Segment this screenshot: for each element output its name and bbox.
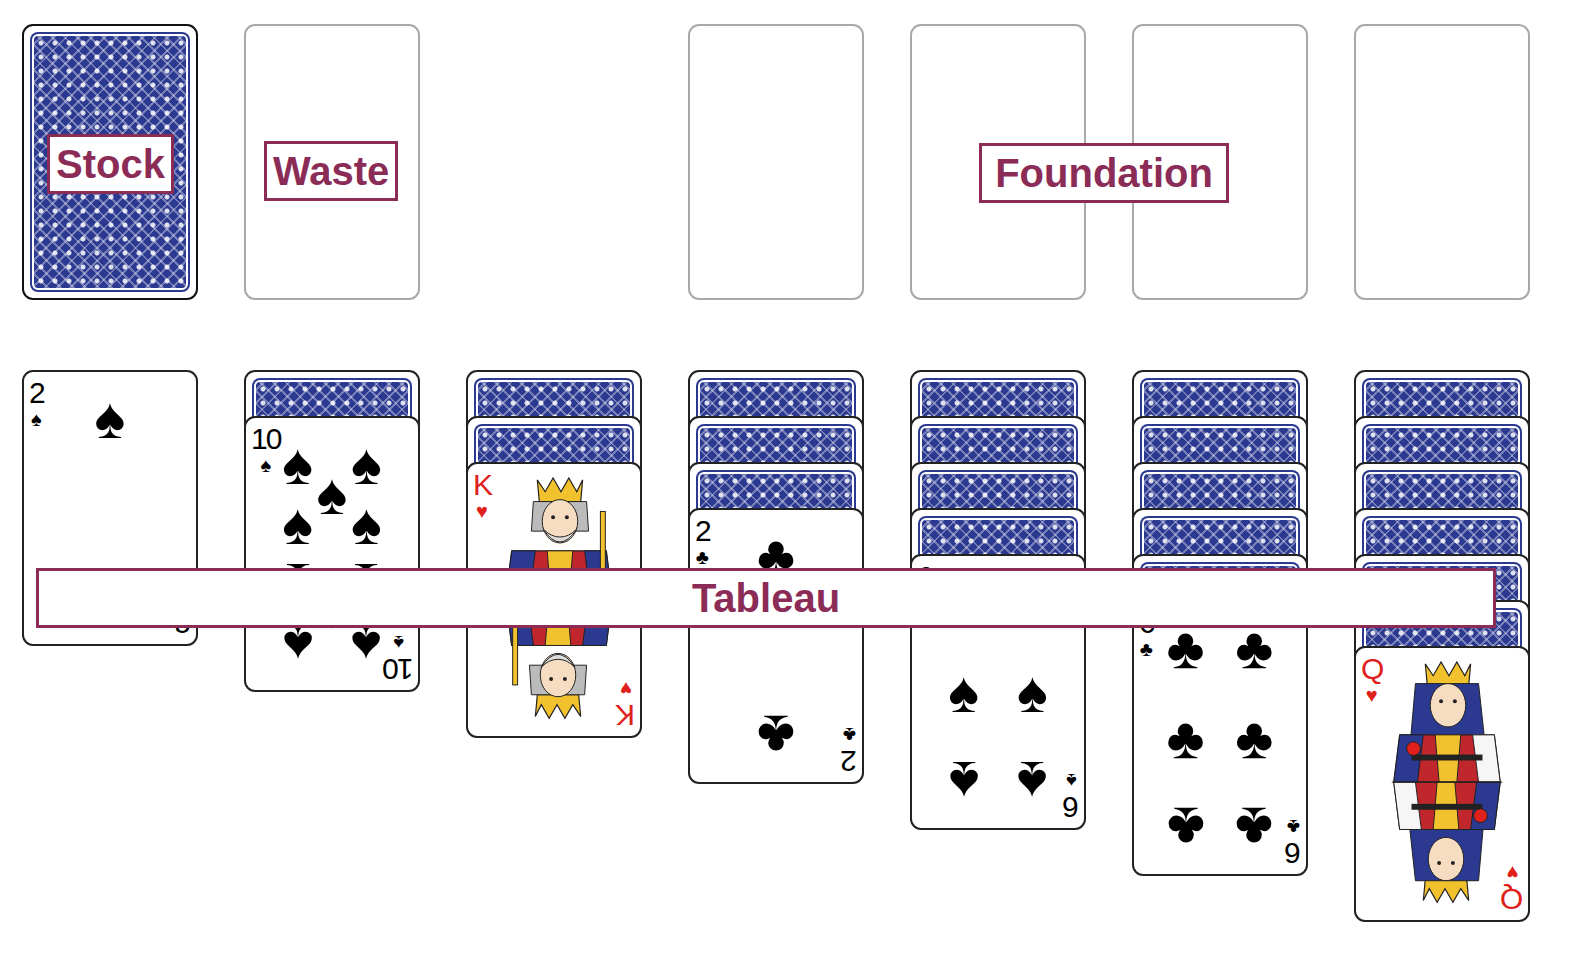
card-index: 2♣: [695, 516, 710, 567]
card-suit: ♥: [620, 679, 632, 699]
card-index: K♥: [617, 679, 635, 730]
card-index: 6♠: [1064, 771, 1079, 822]
card-index: 6♣: [1286, 817, 1301, 868]
stock-label: Stock: [47, 134, 174, 194]
suit-pip: ♠: [317, 465, 348, 523]
card-suit: ♠: [1066, 771, 1077, 791]
card-rank: 2: [842, 746, 857, 776]
card-index: Q♥: [1361, 654, 1382, 705]
tableau-column: K♥K♥: [466, 370, 642, 738]
card-suit: ♥: [476, 501, 488, 521]
foundation-label: Foundation: [979, 143, 1229, 203]
waste-label: Waste: [264, 141, 398, 201]
tableau-column: 10♠10♠♠♠♠♠♠♠♠♠♠♠: [244, 370, 420, 692]
card-rank: K: [617, 700, 635, 730]
card-rank: 2: [695, 516, 710, 546]
suit-pip: ♠: [1017, 753, 1048, 811]
card-rank: Q: [1502, 884, 1523, 914]
card-rank: 10: [384, 654, 413, 684]
playing-card[interactable]: 10♠10♠♠♠♠♠♠♠♠♠♠♠: [244, 416, 420, 692]
foundation-pile[interactable]: [688, 24, 864, 300]
card-rank: Q: [1361, 654, 1382, 684]
tableau-label: Tableau: [36, 568, 1496, 628]
card-index: 2♣: [842, 725, 857, 776]
card-index: 2♠: [29, 378, 44, 429]
suit-pip: ♣: [1235, 709, 1273, 767]
card-rank: 10: [251, 424, 280, 454]
card-rank: 2: [29, 378, 44, 408]
playing-card[interactable]: Q♥Q♥: [1354, 646, 1530, 922]
playing-card[interactable]: 6♣6♣♣♣♣♣♣♣: [1132, 600, 1308, 876]
foundation-pile[interactable]: [1354, 24, 1530, 300]
stock-pile[interactable]: Stock: [22, 24, 198, 300]
card-rank: 6: [1286, 838, 1301, 868]
suit-pip: ♠: [351, 495, 382, 553]
card-suit: ♥: [1506, 863, 1518, 883]
card-suit: ♠: [31, 409, 42, 429]
waste-pile[interactable]: Waste: [244, 24, 420, 300]
card-index: K♥: [473, 470, 491, 521]
card-suit: ♠: [260, 455, 271, 475]
suit-pip: ♠: [95, 389, 126, 447]
suit-pip: ♣: [1167, 799, 1205, 857]
suit-pip: ♠: [948, 753, 979, 811]
card-suit: ♣: [1140, 639, 1153, 659]
suit-pip: ♣: [757, 707, 795, 765]
card-index: Q♥: [1502, 863, 1523, 914]
card-rank: K: [473, 470, 491, 500]
suit-pip: ♣: [1235, 799, 1273, 857]
playing-card[interactable]: 2♣2♣♣♣: [688, 508, 864, 784]
card-suit: ♠: [393, 633, 404, 653]
suit-pip: ♠: [282, 495, 313, 553]
card-suit: ♣: [696, 547, 709, 567]
card-suit: ♣: [843, 725, 856, 745]
card-index: 10♠: [384, 633, 413, 684]
card-index: 10♠: [251, 424, 280, 475]
tableau-column: Q♥Q♥: [1354, 370, 1530, 922]
suit-pip: ♠: [1017, 663, 1048, 721]
card-suit: ♣: [1287, 817, 1300, 837]
suit-pip: ♠: [282, 435, 313, 493]
suit-pip: ♠: [351, 435, 382, 493]
top-row: Stock Waste: [0, 0, 1584, 300]
suit-pip: ♠: [948, 663, 979, 721]
card-suit: ♥: [1366, 685, 1378, 705]
suit-pip: ♣: [1167, 709, 1205, 767]
queen-portrait-icon: [1378, 656, 1516, 908]
card-rank: 6: [1064, 792, 1079, 822]
